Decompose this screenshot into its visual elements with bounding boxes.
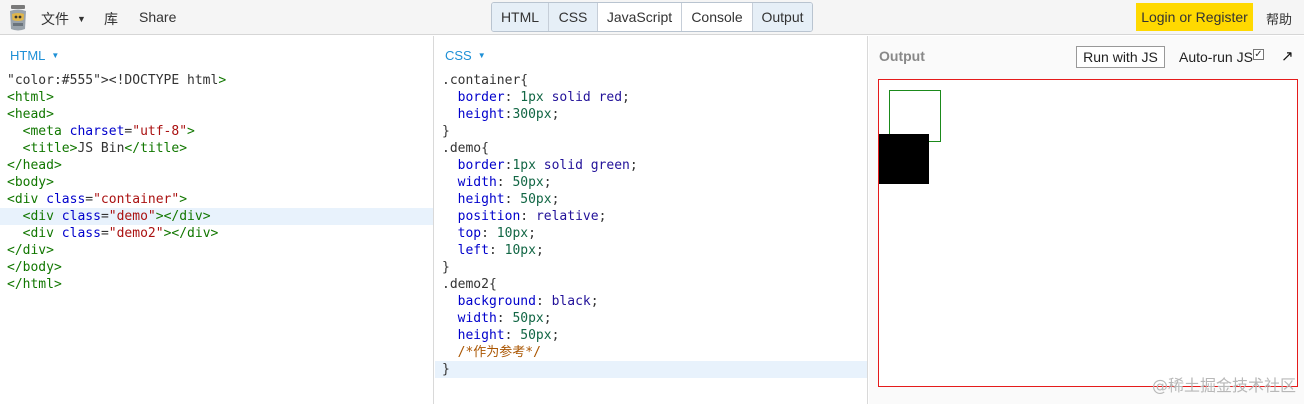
watermark-text: @稀土掘金技术社区 <box>1151 376 1296 395</box>
caret-down-icon: ▼ <box>77 14 86 24</box>
html-code-line[interactable]: </div> <box>0 242 433 259</box>
tab-html[interactable]: HTML <box>492 3 549 31</box>
html-code-line[interactable]: <div class="container"> <box>0 191 433 208</box>
css-code-line[interactable]: left: 10px; <box>435 242 867 259</box>
top-bar: 文件 ▼ 库 Share HTML CSS JavaScript Console … <box>0 0 1304 35</box>
html-editor-panel: HTML ▼ "color:#555"><!DOCTYPE html> <html>… <box>0 36 434 404</box>
html-code-line[interactable]: <html> <box>0 89 433 106</box>
css-code-line[interactable]: width: 50px; <box>435 310 867 327</box>
jsbin-logo-icon[interactable] <box>8 5 28 31</box>
css-code-line[interactable]: height:300px; <box>435 106 867 123</box>
menu-file[interactable]: 文件 ▼ <box>41 9 86 29</box>
css-code-line[interactable]: } <box>435 123 867 140</box>
html-panel-label-text: HTML <box>10 48 46 63</box>
css-code-line[interactable]: height: 50px; <box>435 327 867 344</box>
html-code-line[interactable]: </body> <box>0 259 433 276</box>
css-code-line[interactable]: border: 1px solid red; <box>435 89 867 106</box>
html-code-editor[interactable]: "color:#555"><!DOCTYPE html> <html> <head>… <box>0 72 433 293</box>
panel-toggle-group: HTML CSS JavaScript Console Output <box>491 2 813 32</box>
html-code-line[interactable]: <meta charset="utf-8"> <box>0 123 433 140</box>
css-code-line[interactable]: /*作为参考*/ <box>435 344 867 361</box>
css-code-line[interactable]: .demo2{ <box>435 276 867 293</box>
run-with-js-button[interactable]: Run with JS <box>1076 46 1165 68</box>
menu-file-label: 文件 <box>41 11 69 27</box>
tab-output[interactable]: Output <box>753 3 812 31</box>
html-code-line[interactable]: <div class="demo"></div> <box>0 208 433 225</box>
html-code-line[interactable]: </html> <box>0 276 433 293</box>
tab-javascript[interactable]: JavaScript <box>598 3 682 31</box>
html-code-line[interactable]: </head> <box>0 157 433 174</box>
auto-run-js-label: Auto-run JS <box>1179 49 1253 65</box>
preview-container-box <box>878 79 1298 387</box>
css-panel-label[interactable]: CSS ▼ <box>445 48 486 63</box>
caret-down-icon: ▼ <box>51 51 60 60</box>
popout-arrow-icon[interactable]: ↗ <box>1281 47 1294 65</box>
css-code-line[interactable]: } <box>435 361 867 378</box>
output-panel-label: Output <box>879 48 925 64</box>
css-code-line[interactable]: .container{ <box>435 72 867 89</box>
html-code-line[interactable]: <div class="demo2"></div> <box>0 225 433 242</box>
css-code-line[interactable]: background: black; <box>435 293 867 310</box>
output-panel: Output Run with JS Auto-run JS ✓ ↗ @稀土掘金… <box>869 36 1304 404</box>
css-code-line[interactable]: .demo{ <box>435 140 867 157</box>
css-code-editor[interactable]: .container{ border: 1px solid red; heigh… <box>435 72 867 378</box>
css-panel-label-text: CSS <box>445 48 472 63</box>
menu-share[interactable]: Share <box>139 9 176 25</box>
tab-css[interactable]: CSS <box>549 3 598 31</box>
tab-console[interactable]: Console <box>682 3 753 31</box>
auto-run-js-checkbox[interactable]: ✓ <box>1253 49 1264 60</box>
html-code-line[interactable]: <head> <box>0 106 433 123</box>
output-preview-frame <box>878 79 1298 387</box>
html-code-line[interactable]: <title>JS Bin</title> <box>0 140 433 157</box>
html-panel-label[interactable]: HTML ▼ <box>10 48 59 63</box>
css-code-line[interactable]: width: 50px; <box>435 174 867 191</box>
css-editor-panel: CSS ▼ .container{ border: 1px solid red; … <box>435 36 868 404</box>
css-code-line[interactable]: top: 10px; <box>435 225 867 242</box>
login-register-button[interactable]: Login or Register <box>1136 3 1253 31</box>
preview-demo2-box <box>879 134 929 184</box>
html-code-line[interactable]: <body> <box>0 174 433 191</box>
help-link[interactable]: 帮助 <box>1266 9 1292 28</box>
css-code-line[interactable]: position: relative; <box>435 208 867 225</box>
css-code-line[interactable]: border:1px solid green; <box>435 157 867 174</box>
css-code-line[interactable]: height: 50px; <box>435 191 867 208</box>
caret-down-icon: ▼ <box>477 51 486 60</box>
menu-library[interactable]: 库 <box>104 9 118 29</box>
html-code-line[interactable]: "color:#555"><!DOCTYPE html> <box>0 72 433 89</box>
css-code-line[interactable]: } <box>435 259 867 276</box>
